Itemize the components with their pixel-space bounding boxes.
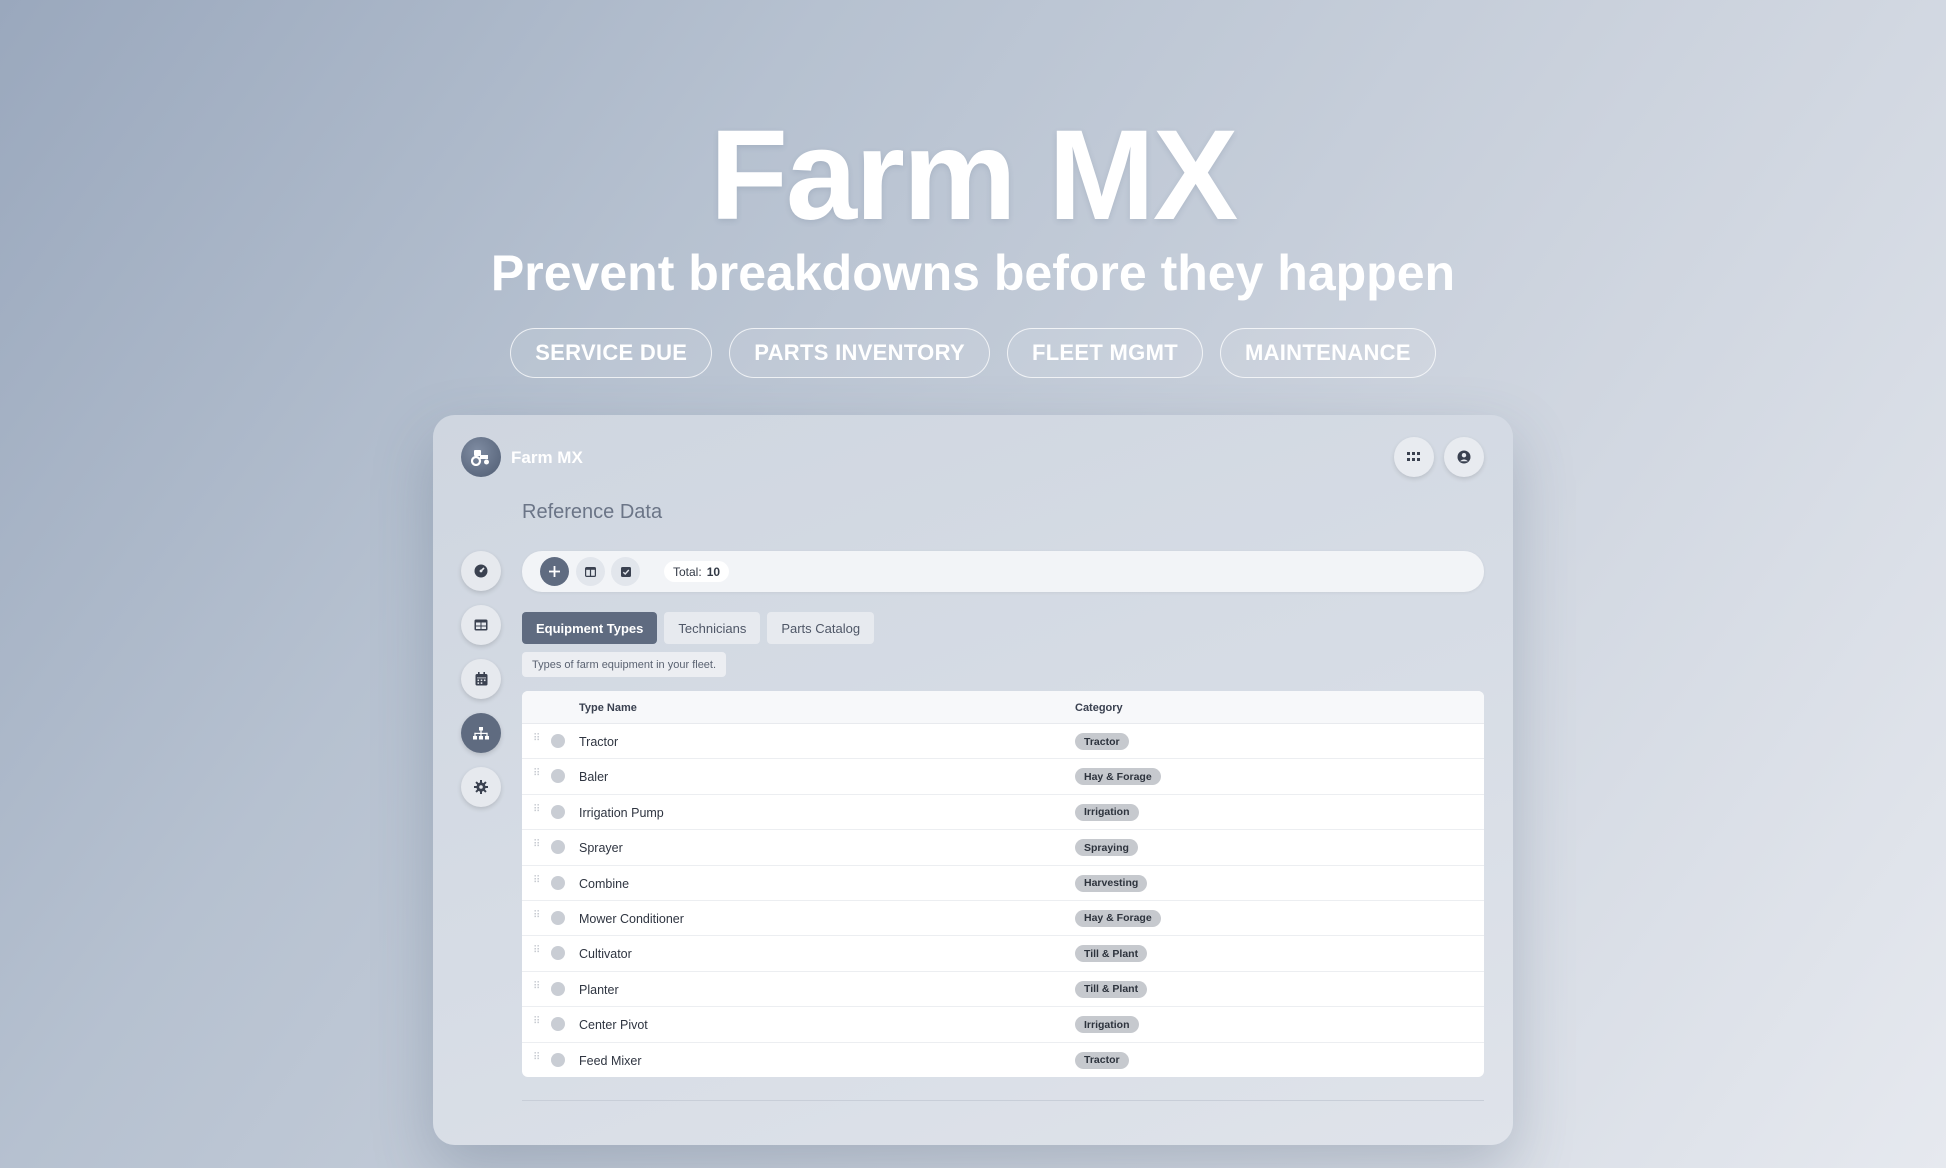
drag-handle-icon[interactable]: ⠿ bbox=[533, 769, 540, 779]
type-name: Mower Conditioner bbox=[579, 911, 684, 926]
table-row[interactable]: ⠿ Center Pivot Irrigation bbox=[522, 1007, 1484, 1043]
pill-maintenance: MAINTENANCE bbox=[1219, 328, 1436, 378]
row-select-radio[interactable] bbox=[551, 981, 565, 996]
category-badge: Hay & Forage bbox=[1075, 909, 1161, 927]
tab-bar: Equipment Types Technicians Parts Catalo… bbox=[522, 612, 875, 644]
user-circle-icon[interactable] bbox=[1444, 437, 1484, 477]
table-icon[interactable] bbox=[461, 605, 501, 645]
tractor-icon[interactable] bbox=[461, 437, 501, 477]
equipment-types-table: Type Name Category ⠿ Tractor Tractor ⠿ B… bbox=[522, 691, 1484, 1077]
category-badge: Tractor bbox=[1075, 733, 1129, 750]
drag-handle-icon[interactable]: ⠿ bbox=[533, 840, 540, 850]
type-name: Feed Mixer bbox=[579, 1053, 642, 1068]
apps-grid-icon[interactable] bbox=[1394, 437, 1434, 477]
total-label: Total: bbox=[673, 564, 702, 579]
row-select-radio[interactable] bbox=[551, 804, 565, 819]
row-select-radio[interactable] bbox=[551, 946, 565, 961]
hero-subtitle: Prevent breakdowns before they happen bbox=[490, 245, 1456, 301]
tab-equipment-types[interactable]: Equipment Types bbox=[522, 612, 658, 644]
table-row[interactable]: ⠿ Combine Harvesting bbox=[522, 866, 1484, 901]
row-select-radio[interactable] bbox=[551, 769, 565, 784]
type-name: Baler bbox=[579, 770, 609, 785]
row-select-radio[interactable] bbox=[551, 840, 565, 855]
pill-parts-inventory: PARTS INVENTORY bbox=[729, 328, 990, 378]
row-select-radio[interactable] bbox=[551, 734, 565, 748]
hero-title: Farm MX bbox=[709, 104, 1239, 247]
drag-handle-icon[interactable]: ⠿ bbox=[533, 981, 540, 992]
type-name: Irrigation Pump bbox=[579, 805, 664, 820]
category-badge: Hay & Forage bbox=[1075, 768, 1161, 786]
table-row[interactable]: ⠿ Baler Hay & Forage bbox=[522, 759, 1484, 795]
type-name: Combine bbox=[579, 876, 630, 891]
calendar-icon[interactable] bbox=[461, 659, 501, 699]
checkbox-icon[interactable] bbox=[611, 557, 640, 586]
category-badge: Harvesting bbox=[1075, 874, 1148, 892]
total-value: 10 bbox=[706, 564, 721, 579]
type-name: Planter bbox=[579, 982, 619, 997]
table-row[interactable]: ⠿ Irrigation Pump Irrigation bbox=[522, 795, 1484, 831]
category-badge: Irrigation bbox=[1075, 1016, 1139, 1034]
row-select-radio[interactable] bbox=[551, 1017, 565, 1032]
category-badge: Till & Plant bbox=[1075, 945, 1148, 963]
feature-pills: SERVICE DUE PARTS INVENTORY FLEET MGMT M… bbox=[0, 328, 1946, 378]
drag-handle-icon[interactable]: ⠿ bbox=[533, 804, 540, 815]
drag-handle-icon[interactable]: ⠿ bbox=[533, 734, 540, 744]
tab-description: Types of farm equipment in your fleet. bbox=[522, 652, 727, 677]
drag-handle-icon[interactable]: ⠿ bbox=[533, 1017, 540, 1027]
column-header-type-name[interactable]: Type Name bbox=[579, 702, 637, 714]
category-badge: Spraying bbox=[1075, 839, 1138, 857]
table-row[interactable]: ⠿ Cultivator Till & Plant bbox=[522, 936, 1484, 972]
column-header-category[interactable]: Category bbox=[1075, 702, 1123, 714]
pill-service-due: SERVICE DUE bbox=[510, 328, 713, 378]
app-name: Farm MX bbox=[511, 448, 583, 467]
table-row[interactable]: ⠿ Sprayer Spraying bbox=[522, 830, 1484, 866]
app-window: Farm MX Reference Data Total: 10 Equipme… bbox=[433, 415, 1513, 1145]
type-name: Sprayer bbox=[579, 841, 623, 856]
drag-handle-icon[interactable]: ⠿ bbox=[533, 1052, 540, 1063]
row-select-radio[interactable] bbox=[551, 875, 565, 890]
plus-icon[interactable] bbox=[540, 557, 569, 586]
gear-icon[interactable] bbox=[461, 767, 501, 807]
tab-parts-catalog[interactable]: Parts Catalog bbox=[767, 612, 875, 644]
table-header: Type Name Category bbox=[522, 691, 1484, 724]
drag-handle-icon[interactable]: ⠿ bbox=[533, 946, 540, 956]
columns-icon[interactable] bbox=[576, 557, 605, 586]
total-count: Total: 10 bbox=[664, 561, 730, 582]
pill-fleet-mgmt: FLEET MGMT bbox=[1006, 328, 1203, 378]
table-row[interactable]: ⠿ Feed Mixer Tractor bbox=[522, 1043, 1484, 1077]
table-row[interactable]: ⠿ Planter Till & Plant bbox=[522, 972, 1484, 1008]
type-name: Cultivator bbox=[579, 947, 632, 962]
drag-handle-icon[interactable]: ⠿ bbox=[533, 910, 540, 921]
category-badge: Irrigation bbox=[1075, 803, 1139, 821]
row-select-radio[interactable] bbox=[551, 910, 565, 925]
category-badge: Till & Plant bbox=[1075, 980, 1148, 998]
category-badge: Tractor bbox=[1075, 1051, 1129, 1069]
table-row[interactable]: ⠿ Mower Conditioner Hay & Forage bbox=[522, 901, 1484, 937]
type-name: Tractor bbox=[579, 735, 619, 749]
table-row[interactable]: ⠿ Tractor Tractor bbox=[522, 724, 1484, 760]
page-title: Reference Data bbox=[522, 501, 663, 523]
tab-technicians[interactable]: Technicians bbox=[664, 612, 761, 644]
dashboard-icon[interactable] bbox=[461, 551, 501, 591]
type-name: Center Pivot bbox=[579, 1018, 648, 1033]
toolbar: Total: 10 bbox=[522, 551, 1484, 592]
row-select-radio[interactable] bbox=[551, 1052, 565, 1067]
drag-handle-icon[interactable]: ⠿ bbox=[533, 875, 540, 886]
sitemap-icon[interactable] bbox=[461, 713, 501, 753]
footer-divider bbox=[522, 1100, 1484, 1101]
